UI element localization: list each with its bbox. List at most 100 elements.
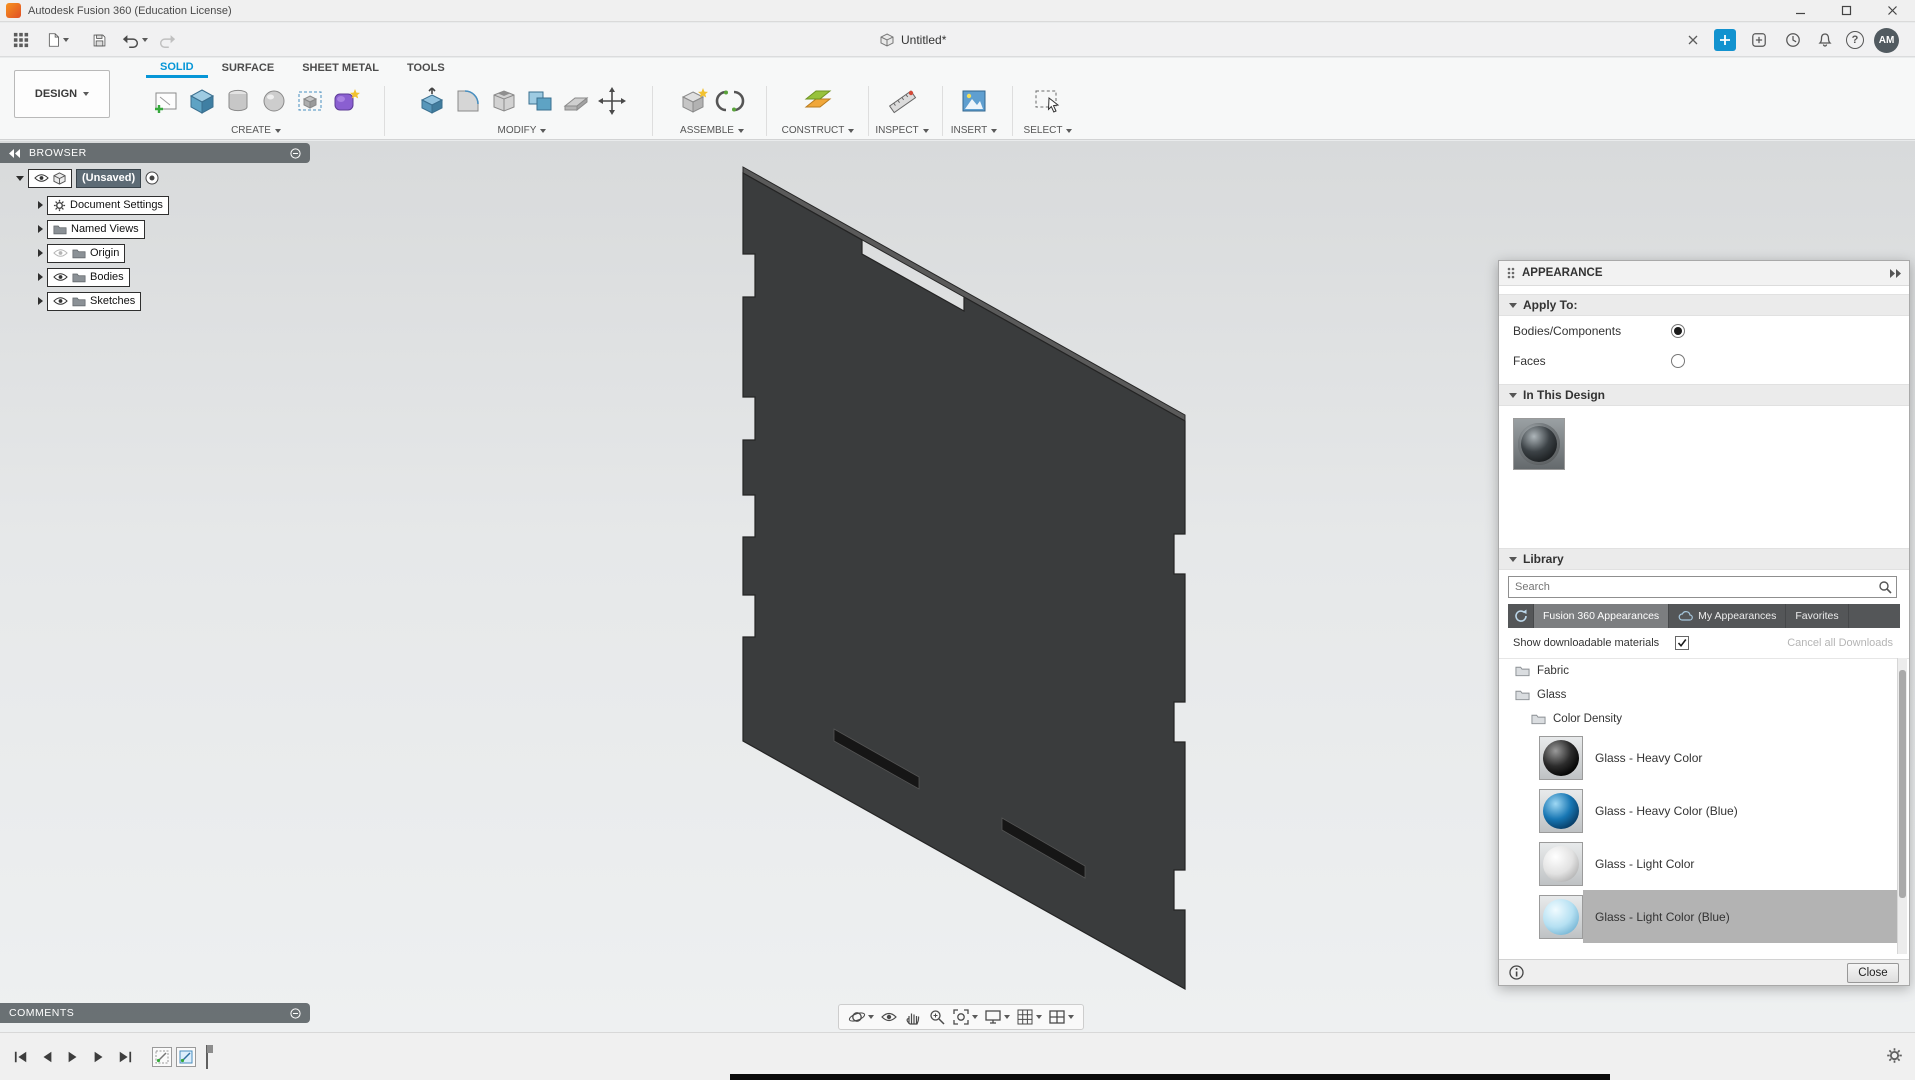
grid-settings-icon[interactable] xyxy=(1016,1008,1042,1026)
select-tool-icon[interactable] xyxy=(1032,84,1065,117)
in-design-material-swatch[interactable] xyxy=(1513,418,1565,470)
bodies-components-radio[interactable] xyxy=(1671,324,1685,338)
construct-dropdown[interactable]: CONSTRUCT xyxy=(782,123,855,138)
comments-header[interactable]: COMMENTS xyxy=(0,1003,310,1023)
step-back-button[interactable] xyxy=(36,1046,58,1068)
expander-closed-icon[interactable] xyxy=(38,225,43,233)
expander-open-icon[interactable] xyxy=(16,175,24,181)
create-base-feature-icon[interactable] xyxy=(294,84,327,117)
inspect-dropdown[interactable]: INSPECT xyxy=(875,123,929,138)
skip-to-start-button[interactable] xyxy=(10,1046,32,1068)
extensions-icon[interactable] xyxy=(1748,30,1770,50)
job-status-icon[interactable] xyxy=(1782,30,1804,50)
offset-face-icon[interactable] xyxy=(560,84,593,117)
browser-header[interactable]: BROWSER xyxy=(0,143,310,163)
browser-item-origin[interactable]: Origin xyxy=(38,243,126,263)
create-sphere-icon[interactable] xyxy=(258,84,291,117)
info-icon[interactable] xyxy=(1509,965,1524,980)
timeline-feature-sketch-1[interactable] xyxy=(152,1047,172,1067)
library-section-header[interactable]: Library xyxy=(1499,548,1909,570)
expander-closed-icon[interactable] xyxy=(38,249,43,257)
orbit-icon[interactable] xyxy=(848,1008,874,1026)
create-dropdown[interactable]: CREATE xyxy=(231,123,281,138)
faces-radio[interactable] xyxy=(1671,354,1685,368)
measure-icon[interactable] xyxy=(886,84,919,117)
construct-plane-icon[interactable] xyxy=(802,84,835,117)
browser-item-document-settings[interactable]: Document Settings xyxy=(38,195,169,215)
browser-root-row[interactable]: (Unsaved) xyxy=(16,168,159,188)
joint-icon[interactable] xyxy=(714,84,747,117)
dock-panel-icon[interactable] xyxy=(1889,268,1901,278)
create-sketch-icon[interactable] xyxy=(150,84,183,117)
activate-component-icon[interactable] xyxy=(145,171,159,185)
user-avatar[interactable]: AM xyxy=(1874,28,1899,53)
file-menu-button[interactable] xyxy=(42,30,72,50)
zoom-icon[interactable] xyxy=(928,1008,946,1026)
section-collapse-icon[interactable] xyxy=(1509,392,1517,398)
new-document-tab-button[interactable] xyxy=(1714,29,1736,51)
fillet-icon[interactable] xyxy=(452,84,485,117)
tab-surface[interactable]: SURFACE xyxy=(208,58,289,78)
undo-button[interactable] xyxy=(120,30,150,50)
browser-root-label[interactable]: (Unsaved) xyxy=(76,168,142,188)
timeline-settings-gear-icon[interactable] xyxy=(1886,1047,1903,1064)
expander-closed-icon[interactable] xyxy=(38,273,43,281)
visibility-eye-icon[interactable] xyxy=(53,296,68,306)
tab-solid[interactable]: SOLID xyxy=(146,58,208,78)
save-button[interactable] xyxy=(88,30,110,50)
combine-icon[interactable] xyxy=(524,84,557,117)
material-glass-heavy-color[interactable]: Glass - Heavy Color xyxy=(1499,731,1909,784)
create-box-icon[interactable] xyxy=(186,84,219,117)
material-glass-light-color-blue[interactable]: Glass - Light Color (Blue) xyxy=(1499,890,1909,943)
close-document-tab-button[interactable] xyxy=(1682,30,1704,50)
library-scrollbar-thumb[interactable] xyxy=(1899,670,1906,898)
library-folder-fabric[interactable]: Fabric xyxy=(1499,659,1909,683)
modify-dropdown[interactable]: MODIFY xyxy=(498,123,547,138)
collapse-panel-icon[interactable] xyxy=(9,148,21,158)
search-input[interactable] xyxy=(1508,576,1897,598)
tab-favorites[interactable]: Favorites xyxy=(1786,604,1849,628)
appearance-dialog-header[interactable]: APPEARANCE xyxy=(1499,261,1909,286)
skip-to-end-button[interactable] xyxy=(114,1046,136,1068)
look-at-icon[interactable] xyxy=(880,1008,898,1026)
step-forward-button[interactable] xyxy=(88,1046,110,1068)
comments-minimize-icon[interactable] xyxy=(290,1007,301,1019)
search-icon[interactable] xyxy=(1878,580,1892,594)
move-copy-icon[interactable] xyxy=(596,84,629,117)
redo-button[interactable] xyxy=(156,30,178,50)
browser-item-named-views[interactable]: Named Views xyxy=(38,219,145,239)
show-downloadable-checkbox[interactable] xyxy=(1675,636,1689,650)
viewports-icon[interactable] xyxy=(1048,1008,1074,1026)
insert-dropdown[interactable]: INSERT xyxy=(951,123,998,138)
select-dropdown[interactable]: SELECT xyxy=(1024,123,1073,138)
fit-icon[interactable] xyxy=(952,1008,978,1026)
expander-closed-icon[interactable] xyxy=(38,201,43,209)
tab-sheet-metal[interactable]: SHEET METAL xyxy=(288,58,393,78)
pan-icon[interactable] xyxy=(904,1008,922,1026)
section-collapse-icon[interactable] xyxy=(1509,556,1517,562)
expander-closed-icon[interactable] xyxy=(38,297,43,305)
visibility-eye-icon[interactable] xyxy=(34,173,49,183)
shell-icon[interactable] xyxy=(488,84,521,117)
section-collapse-icon[interactable] xyxy=(1509,302,1517,308)
workspace-selector[interactable]: DESIGN xyxy=(14,70,110,118)
create-cylinder-icon[interactable] xyxy=(222,84,255,117)
new-component-icon[interactable] xyxy=(678,84,711,117)
timeline-feature-sketch-2[interactable] xyxy=(176,1047,196,1067)
timeline-position-marker[interactable] xyxy=(200,1043,214,1071)
in-this-design-section-header[interactable]: In This Design xyxy=(1499,384,1909,406)
notifications-bell-icon[interactable] xyxy=(1814,30,1836,50)
library-scrollbar[interactable] xyxy=(1897,658,1907,954)
library-folder-glass[interactable]: Glass xyxy=(1499,683,1909,707)
tab-fusion-appearances[interactable]: Fusion 360 Appearances xyxy=(1534,604,1670,628)
help-button[interactable]: ? xyxy=(1846,31,1864,49)
close-window-button[interactable] xyxy=(1869,0,1915,21)
minimize-button[interactable] xyxy=(1777,0,1823,21)
create-form-icon[interactable] xyxy=(330,84,363,117)
material-glass-heavy-color-blue[interactable]: Glass - Heavy Color (Blue) xyxy=(1499,784,1909,837)
press-pull-icon[interactable] xyxy=(416,84,449,117)
document-tab[interactable]: Untitled* xyxy=(880,23,946,56)
apply-to-section-header[interactable]: Apply To: xyxy=(1499,294,1909,316)
browser-item-sketches[interactable]: Sketches xyxy=(38,291,142,311)
material-glass-light-color[interactable]: Glass - Light Color xyxy=(1499,837,1909,890)
